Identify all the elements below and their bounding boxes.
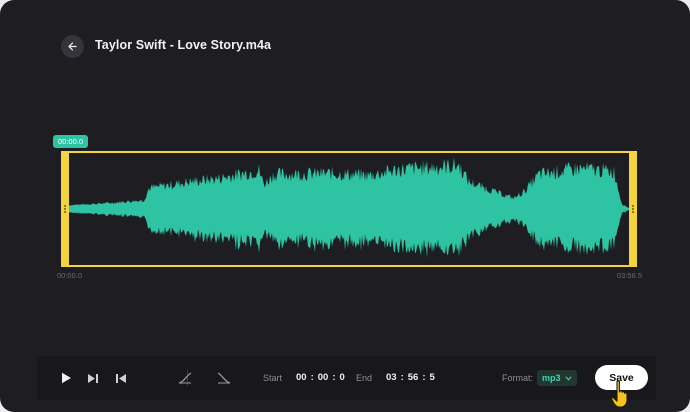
audio-waveform[interactable] bbox=[69, 153, 629, 265]
start-label: Start bbox=[263, 373, 283, 383]
time-separator: : bbox=[400, 372, 404, 383]
start-hours[interactable]: 00 bbox=[296, 372, 307, 383]
end-seconds[interactable]: 5 bbox=[430, 372, 435, 383]
playhead-time-badge[interactable]: 00:00.0 bbox=[53, 135, 89, 148]
grip-icon bbox=[632, 205, 634, 213]
end-time-input[interactable]: 03 : 56 : 5 bbox=[386, 372, 435, 383]
skip-back-icon bbox=[116, 373, 126, 383]
fade-out-button[interactable] bbox=[216, 370, 232, 386]
fade-in-icon bbox=[178, 372, 192, 384]
time-separator: : bbox=[332, 372, 336, 383]
time-separator: : bbox=[310, 372, 314, 383]
back-arrow-icon bbox=[68, 42, 77, 51]
end-minutes[interactable]: 56 bbox=[408, 372, 419, 383]
fade-in-button[interactable] bbox=[177, 370, 193, 386]
skip-forward-button[interactable] bbox=[86, 371, 100, 385]
play-button[interactable] bbox=[59, 371, 73, 385]
end-hours[interactable]: 03 bbox=[386, 372, 397, 383]
selection-end-handle[interactable] bbox=[629, 151, 637, 267]
pointer-hand-icon bbox=[611, 380, 628, 408]
file-title: Taylor Swift - Love Story.m4a bbox=[95, 38, 272, 52]
bottom-toolbar: Start 00 : 00 : 0 End 03 : 56 : 5 Format… bbox=[37, 356, 656, 400]
end-label: End bbox=[356, 373, 373, 383]
start-seconds[interactable]: 0 bbox=[340, 372, 345, 383]
format-label: Format: bbox=[502, 373, 534, 383]
skip-forward-icon bbox=[88, 373, 98, 383]
back-button[interactable] bbox=[61, 35, 84, 58]
skip-back-button[interactable] bbox=[114, 371, 128, 385]
format-value: mp3 bbox=[542, 373, 561, 383]
play-icon bbox=[61, 372, 71, 384]
fade-out-icon bbox=[217, 372, 231, 384]
start-minutes[interactable]: 00 bbox=[318, 372, 329, 383]
chevron-down-icon bbox=[564, 375, 572, 381]
timeline-start-time: 00:00.0 bbox=[57, 271, 83, 280]
editor-window: Taylor Swift - Love Story.m4a 00:00.0 00… bbox=[0, 0, 690, 412]
grip-icon bbox=[64, 205, 66, 213]
format-select[interactable]: mp3 bbox=[537, 370, 577, 386]
waveform-shape bbox=[69, 157, 629, 258]
selection-start-handle[interactable] bbox=[61, 151, 69, 267]
start-time-input[interactable]: 00 : 00 : 0 bbox=[296, 372, 345, 383]
timeline-end-time: 03:56.5 bbox=[617, 271, 643, 280]
time-separator: : bbox=[422, 372, 426, 383]
